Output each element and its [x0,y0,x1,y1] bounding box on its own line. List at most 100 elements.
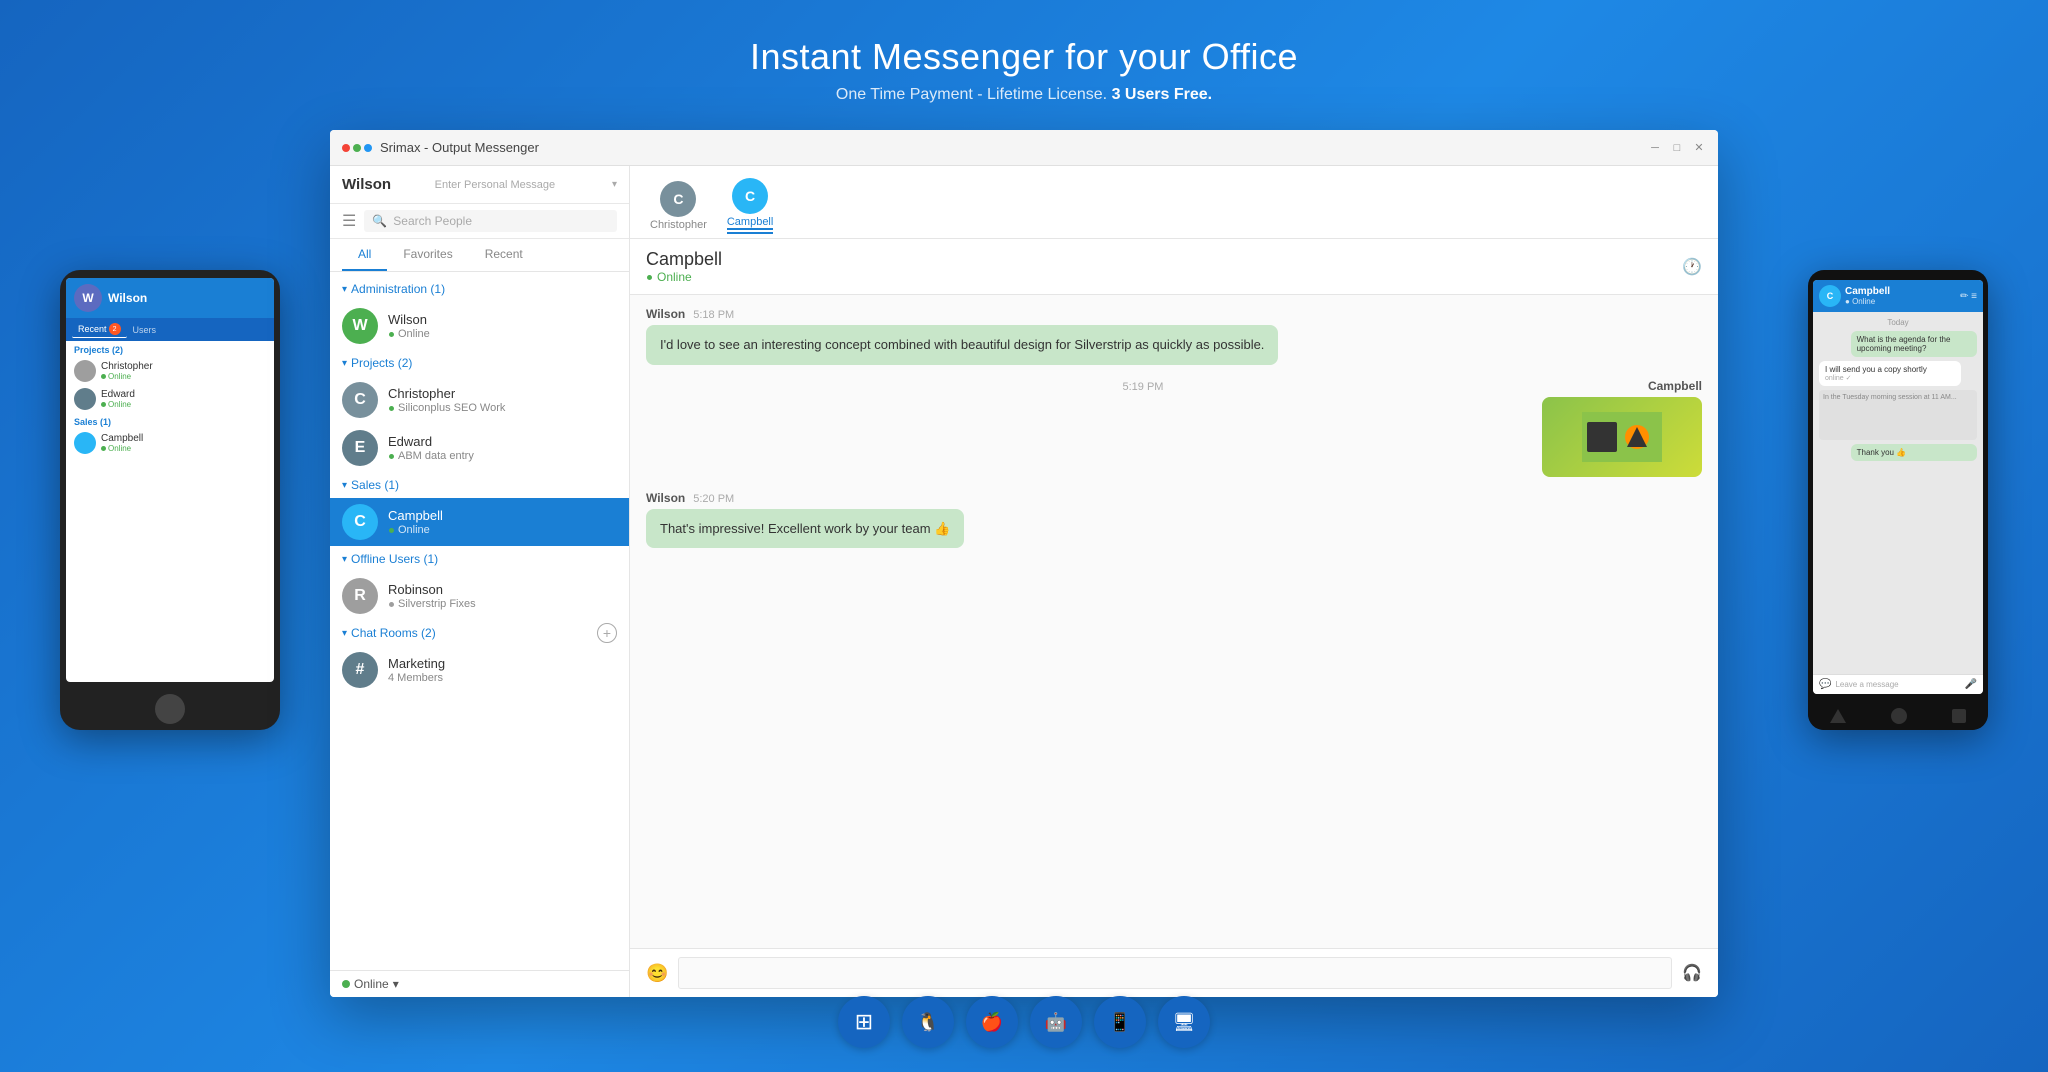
title-bar: Srimax - Output Messenger ─ □ ✕ [330,130,1718,166]
search-box[interactable]: 🔍 Search People [364,210,617,232]
minimize-button[interactable]: ─ [1648,141,1662,155]
message-bubble-1: I'd love to see an interesting concept c… [646,325,1278,365]
chat-header: Campbell Online 🕐 [630,239,1718,295]
online-status-label: Online [354,977,389,991]
tablet-left-status-dot-c [101,446,106,451]
tablet-left-header: W Wilson [66,278,274,318]
group-offline[interactable]: ▾ Offline Users (1) [330,546,629,572]
group-chat-rooms[interactable]: ▾ Chat Rooms (2) + [330,620,629,646]
audio-button[interactable]: 🎧 [1682,963,1702,983]
avatar-edward: E [342,430,378,466]
tablet-left-avatar-edward [74,388,96,410]
chevron-down-icon: ▾ [342,628,347,639]
nav-back-icon[interactable] [1830,709,1846,723]
tablet-left-avatar-christopher [74,360,96,382]
tablet-right-msg-1: What is the agenda for the upcoming meet… [1851,331,1977,357]
chat-tab-avatar-campbell: C [732,178,768,214]
messages-area: Wilson 5:18 PM I'd love to see an intere… [630,295,1718,948]
contact-marketing[interactable]: # Marketing 4 Members [330,646,629,694]
message-image-1 [1542,397,1702,477]
tablet-left-avatar-campbell [74,432,96,454]
chat-contact-name: Campbell [646,249,1682,270]
tab-recent[interactable]: Recent [469,239,539,271]
chat-contact-status: Online [646,270,1682,284]
tablet-left-contact-campbell[interactable]: Campbell Online [66,429,274,457]
sidebar-tabs: All Favorites Recent [330,239,629,272]
sidebar-status-input[interactable]: Enter Personal Message [435,179,604,191]
tablet-left-tab-recent[interactable]: Recent 2 [72,321,127,338]
message-input[interactable] [678,957,1672,989]
tablet-right-messages: Today What is the agenda for the upcomin… [1813,312,1983,674]
platform-icons: ⊞ 🐧 🍎 🤖 📱 🖥 [838,996,1210,1048]
chevron-down-icon: ▾ [342,358,347,369]
group-projects[interactable]: ▾ Projects (2) [330,350,629,376]
status-dropdown-arrow[interactable]: ▾ [393,977,399,991]
contact-robinson[interactable]: R Robinson Silverstrip Fixes [330,572,629,620]
contact-campbell[interactable]: C Campbell Online [330,498,629,546]
tablet-right-screen: C Campbell ● Online ✏ ≡ Today What is th… [1813,280,1983,694]
tablet-left-tab-users[interactable]: Users [127,321,163,338]
avatar-marketing: # [342,652,378,688]
contact-edward[interactable]: E Edward ABM data entry [330,424,629,472]
sidebar-toolbar: ☰ 🔍 Search People [330,204,629,239]
tablet-right-input: 💬 Leave a message 🎤 [1813,674,1983,694]
close-button[interactable]: ✕ [1692,141,1706,155]
tablet-right: C Campbell ● Online ✏ ≡ Today What is th… [1808,270,1988,730]
tablet-right-mic-icon[interactable]: 🎤 [1965,679,1977,690]
page-title: Instant Messenger for your Office [0,36,2048,78]
status-dot-christopher [388,405,395,412]
active-tab-indicator [727,232,773,234]
message-row-1: Wilson 5:18 PM I'd love to see an intere… [646,307,1702,365]
group-administration[interactable]: ▾ Administration (1) [330,276,629,302]
status-dot-campbell [388,527,395,534]
tablet-left-avatar: W [74,284,102,312]
nav-home-icon[interactable] [1891,708,1907,724]
window-title: Srimax - Output Messenger [380,140,1648,155]
emoji-button[interactable]: 😊 [646,963,668,984]
chat-tab-campbell[interactable]: C Campbell [719,174,781,238]
apple-icon[interactable]: 🍎 [966,996,1018,1048]
desktop-window-container: Srimax - Output Messenger ─ □ ✕ Wilson E… [330,130,1718,997]
search-icon: 🔍 [372,214,387,228]
window-controls: ─ □ ✕ [1648,141,1706,155]
chat-tab-christopher[interactable]: C Christopher [642,177,715,235]
tablet-right-avatar: C [1819,285,1841,307]
logo-dot-blue [364,144,372,152]
status-dot-wilson [388,331,395,338]
tablet-left-contact-christopher[interactable]: Christopher Online [66,357,274,385]
chevron-down-icon: ▾ [342,554,347,565]
chat-tabs: C Christopher C Campbell [630,166,1718,239]
desktop-icon[interactable]: 🖥 [1158,996,1210,1048]
add-room-button[interactable]: + [597,623,617,643]
tablet-left-home-btn[interactable] [155,694,185,724]
chat-tab-avatar-christopher: C [660,181,696,217]
contact-christopher[interactable]: C Christopher Siliconplus SEO Work [330,376,629,424]
tab-favorites[interactable]: Favorites [387,239,468,271]
hamburger-icon[interactable]: ☰ [342,211,356,231]
page-header: Instant Messenger for your Office One Ti… [0,0,2048,104]
group-sales[interactable]: ▾ Sales (1) [330,472,629,498]
tab-all[interactable]: All [342,239,387,271]
message-bubble-3: That's impressive! Excellent work by you… [646,509,964,549]
tablet-left-section-projects: Projects (2) [66,341,274,357]
avatar-robinson: R [342,578,378,614]
avatar-wilson: W [342,308,378,344]
contact-list: ▾ Administration (1) W Wilson Online [330,272,629,970]
tablet-left-contact-edward[interactable]: Edward Online [66,385,274,413]
tablet-left: W Wilson Recent 2 Users Projects (2) Chr… [60,270,280,730]
logo-dot-red [342,144,350,152]
desktop-window: Srimax - Output Messenger ─ □ ✕ Wilson E… [330,130,1718,997]
windows-icon[interactable]: ⊞ [838,996,890,1048]
maximize-button[interactable]: □ [1670,141,1684,155]
nav-recent-icon[interactable] [1952,709,1966,723]
contact-wilson[interactable]: W Wilson Online [330,302,629,350]
linux-icon[interactable]: 🐧 [902,996,954,1048]
ios-icon[interactable]: 📱 [1094,996,1146,1048]
tablet-right-header: C Campbell ● Online ✏ ≡ [1813,280,1983,312]
android-icon[interactable]: 🤖 [1030,996,1082,1048]
tablet-left-tabs: Recent 2 Users [66,318,274,341]
clock-icon[interactable]: 🕐 [1682,257,1702,277]
message-row-3: Wilson 5:20 PM That's impressive! Excell… [646,491,1702,549]
tablet-left-username: Wilson [108,291,147,305]
chat-input-bar: 😊 🎧 [630,948,1718,997]
